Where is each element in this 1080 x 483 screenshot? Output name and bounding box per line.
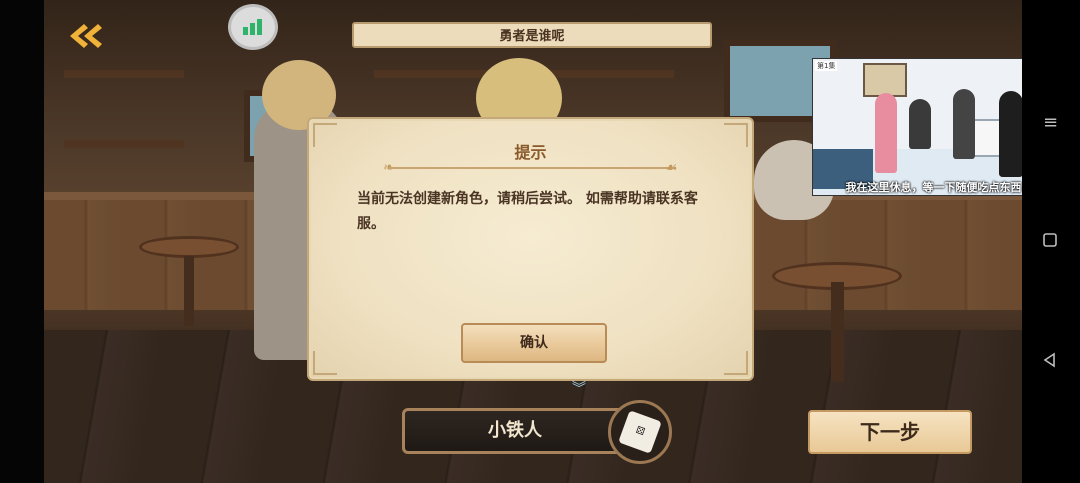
tip-dialog: 提示 ❧ ☙ 当前无法创建新角色，请稍后尝试。 如需帮助请联系客服。 确认 xyxy=(307,117,754,381)
video-person xyxy=(953,89,975,159)
corner-ornament xyxy=(313,351,337,375)
page-title: 勇者是谁呢 xyxy=(352,22,712,48)
back-arrow-icon xyxy=(70,24,102,48)
video-window xyxy=(863,63,907,97)
confirm-button[interactable]: 确认 xyxy=(461,323,607,363)
corner-ornament xyxy=(724,351,748,375)
back-button[interactable] xyxy=(64,20,110,52)
back-triangle-icon[interactable] xyxy=(1042,352,1058,372)
menu-icon[interactable]: ≡ xyxy=(1043,112,1058,133)
left-black-bar xyxy=(0,0,44,483)
dialog-message: 当前无法创建新角色，请稍后尝试。 如需帮助请联系客服。 xyxy=(357,191,698,232)
character-name-field[interactable]: 小铁人 xyxy=(402,408,628,454)
video-person xyxy=(909,99,931,149)
system-nav-bar: ≡ xyxy=(1022,0,1080,483)
random-name-button[interactable]: ⚄ xyxy=(608,400,672,464)
home-square-icon[interactable] xyxy=(1042,232,1058,252)
signal-button[interactable] xyxy=(228,4,278,50)
dice-icon: ⚄ xyxy=(618,410,662,454)
title-divider xyxy=(389,167,676,169)
floating-video[interactable]: 第1集 我在这里休息，等一下随便吃点东西 xyxy=(812,58,1053,196)
game-screen: 勇者是谁呢 提示 ❧ ☙ 当前无法创建新角色，请稍后尝试。 如需帮助请联系客服。… xyxy=(0,0,1080,483)
next-step-button[interactable]: 下一步 xyxy=(808,410,972,454)
chevron-down-icon: ︾ xyxy=(572,381,586,397)
dialog-title: 提示 xyxy=(514,143,547,162)
video-caption: 我在这里休息，等一下随便吃点东西 xyxy=(845,181,1022,194)
episode-badge: 第1集 xyxy=(815,61,838,71)
video-person xyxy=(999,91,1023,177)
video-person xyxy=(875,93,897,173)
leaf-ornament-icon: ☙ xyxy=(665,160,678,176)
